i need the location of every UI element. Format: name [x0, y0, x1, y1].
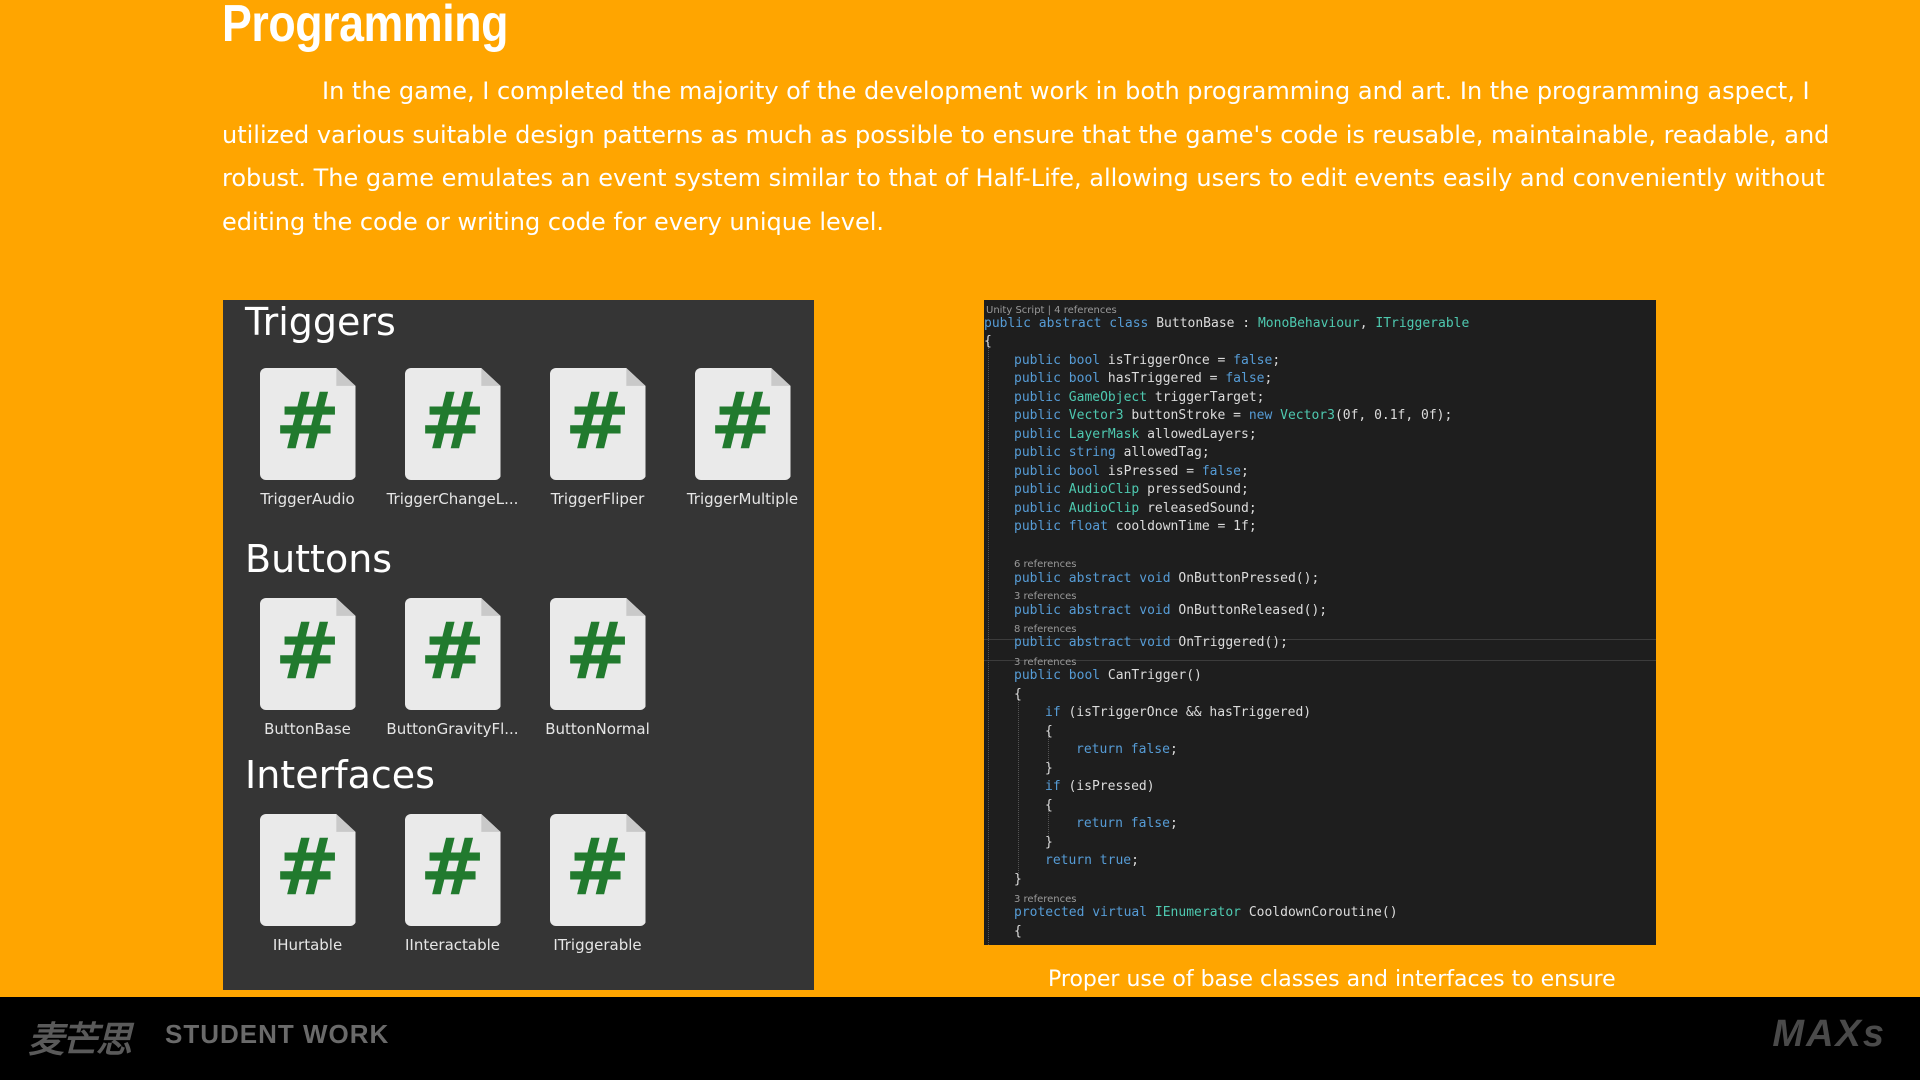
asset-label: TriggerFliper [550, 490, 645, 508]
code-method-line[interactable]: public abstract void OnButtonReleased(); [1014, 602, 1327, 620]
code-method-line[interactable]: public abstract void OnTriggered(); [1014, 634, 1288, 652]
asset-label: ButtonBase [264, 720, 351, 738]
asset-item[interactable]: # ButtonGravityFl... [380, 598, 525, 738]
asset-label: TriggerMultiple [686, 490, 799, 508]
slide-title: Programming [222, 0, 509, 53]
section-heading-interfaces: Interfaces [245, 753, 435, 797]
script-assets-panel: Triggers # TriggerAudio # TriggerChangeL… [223, 300, 814, 990]
code-line[interactable]: } [1045, 760, 1053, 778]
asset-item[interactable]: # TriggerMultiple [670, 368, 815, 508]
section-heading-buttons: Buttons [245, 537, 393, 581]
section-heading-triggers: Triggers [245, 300, 396, 344]
asset-item[interactable]: # IHurtable [235, 814, 380, 954]
code-line[interactable]: if (isTriggerOnce && hasTriggered) [1045, 704, 1311, 722]
asset-label: IInteractable [404, 936, 501, 954]
code-field-line[interactable]: public bool isPressed = false; [1014, 463, 1249, 481]
asset-label: ITriggerable [553, 936, 642, 954]
code-line[interactable]: { [1014, 923, 1022, 941]
code-line[interactable]: return true; [1045, 852, 1139, 870]
footer-logo-cn: 麦芒思 [28, 1020, 132, 1061]
indent-guide [1018, 700, 1019, 875]
asset-item[interactable]: # ButtonNormal [525, 598, 670, 738]
asset-label: ButtonNormal [545, 720, 650, 738]
footer-bar: 麦芒思 STUDENT WORK MAXs [0, 997, 1920, 1080]
code-line[interactable]: } [1045, 834, 1053, 852]
asset-label: TriggerChangeL... [386, 490, 519, 508]
code-editor-panel: Unity Script | 4 references public abstr… [984, 300, 1656, 945]
code-field-line[interactable]: public AudioClip pressedSound; [1014, 481, 1249, 499]
code-line[interactable]: } [1014, 871, 1022, 889]
asset-label: IHurtable [272, 936, 343, 954]
code-field-line[interactable]: public Vector3 buttonStroke = new Vector… [1014, 407, 1452, 425]
code-field-line[interactable]: public GameObject triggerTarget; [1014, 389, 1264, 407]
code-field-line[interactable]: public string allowedTag; [1014, 444, 1210, 462]
asset-item[interactable]: # ButtonBase [235, 598, 380, 738]
code-line[interactable]: { [1014, 686, 1022, 704]
asset-label: ButtonGravityFl... [386, 720, 519, 738]
csharp-script-icon: # [259, 368, 356, 480]
code-field-line[interactable]: public LayerMask allowedLayers; [1014, 426, 1257, 444]
csharp-script-icon: # [694, 368, 791, 480]
csharp-script-icon: # [404, 814, 501, 926]
csharp-script-icon: # [404, 368, 501, 480]
code-class-declaration[interactable]: public abstract class ButtonBase : MonoB… [984, 315, 1469, 333]
code-line[interactable]: { [1045, 797, 1053, 815]
asset-label: TriggerAudio [260, 490, 355, 508]
asset-item[interactable]: # TriggerFliper [525, 368, 670, 508]
code-method-line[interactable]: public abstract void OnButtonPressed(); [1014, 570, 1319, 588]
code-line[interactable]: if (isPressed) [1045, 778, 1155, 796]
csharp-script-icon: # [549, 814, 646, 926]
csharp-script-icon: # [549, 368, 646, 480]
code-field-line[interactable]: public bool isTriggerOnce = false; [1014, 352, 1280, 370]
code-method-line[interactable]: protected virtual IEnumerator CooldownCo… [1014, 904, 1398, 922]
code-caption: Proper use of base classes and interface… [1048, 967, 1616, 992]
asset-item[interactable]: # ITriggerable [525, 814, 670, 954]
footer-brand-logo: MAXs [1772, 1013, 1886, 1055]
code-method-line[interactable]: public bool CanTrigger() [1014, 667, 1202, 685]
asset-item[interactable]: # TriggerChangeL... [380, 368, 525, 508]
code-line[interactable]: return false; [1076, 741, 1178, 759]
asset-item[interactable]: # IInteractable [380, 814, 525, 954]
csharp-script-icon: # [404, 598, 501, 710]
code-field-line[interactable]: public AudioClip releasedSound; [1014, 500, 1257, 518]
csharp-script-icon: # [549, 598, 646, 710]
code-line[interactable]: return false; [1076, 815, 1178, 833]
csharp-script-icon: # [259, 598, 356, 710]
code-field-line[interactable]: public float cooldownTime = 1f; [1014, 518, 1257, 536]
intro-paragraph: In the game, I completed the majority of… [222, 77, 1830, 236]
footer-student-work: STUDENT WORK [165, 1019, 390, 1049]
code-field-line[interactable]: public bool hasTriggered = false; [1014, 370, 1272, 388]
csharp-script-icon: # [259, 814, 356, 926]
code-line[interactable]: { [984, 333, 992, 351]
code-line[interactable]: { [1045, 723, 1053, 741]
indent-guide [988, 340, 989, 945]
asset-item[interactable]: # TriggerAudio [235, 368, 380, 508]
